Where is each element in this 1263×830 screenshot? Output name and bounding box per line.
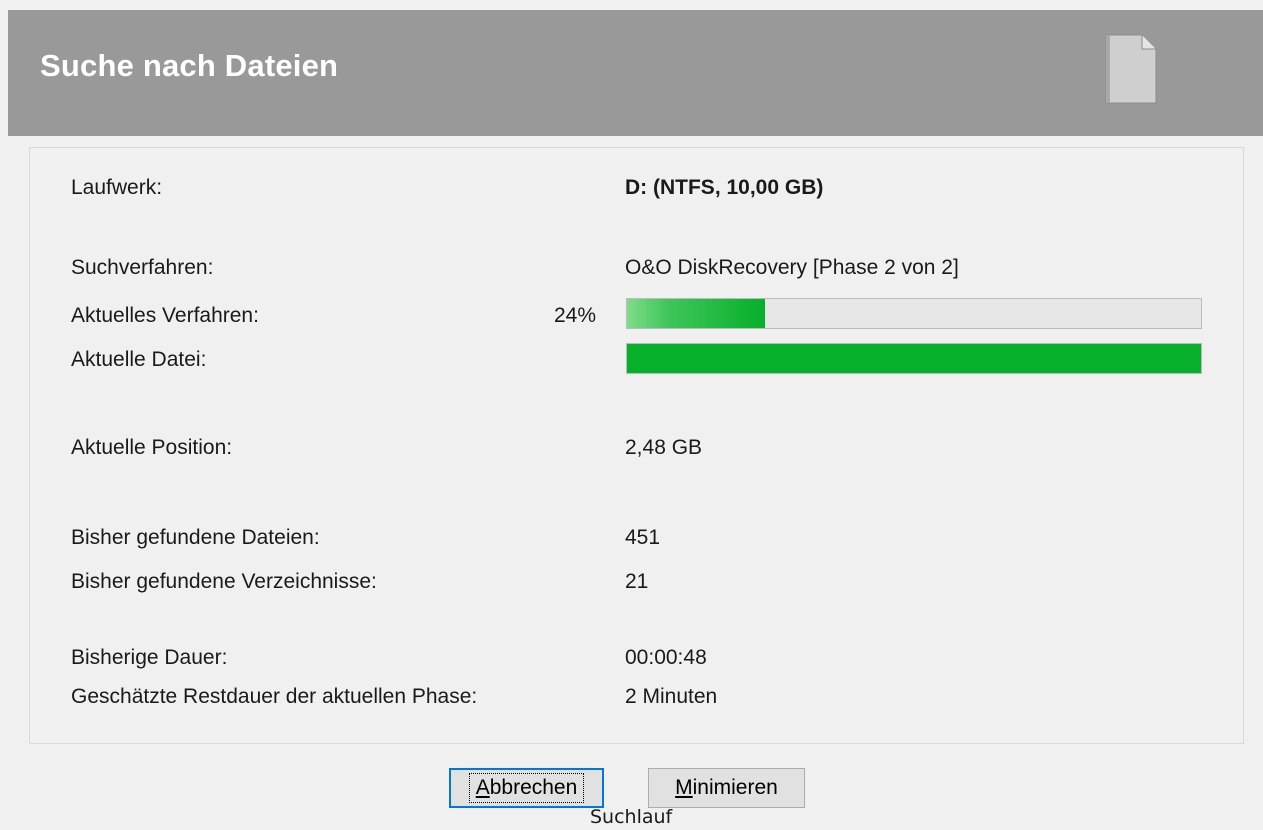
dialog-title: Suche nach Dateien (40, 48, 339, 83)
files-found-value: 451 (625, 526, 661, 549)
status-label: Suchlauf (590, 806, 673, 828)
files-found-label: Bisher gefundene Dateien: (71, 526, 320, 549)
search-dialog: Suche nach Dateien Laufwerk: D: (NTFS, 1… (0, 0, 1263, 830)
remaining-value: 2 Minuten (625, 685, 718, 708)
current-file-progress-fill (627, 344, 1201, 373)
elapsed-label: Bisherige Dauer: (71, 646, 228, 669)
dirs-found-value: 21 (625, 570, 649, 593)
search-info-panel: Laufwerk: D: (NTFS, 10,00 GB) Suchverfah… (29, 147, 1244, 744)
drive-label: Laufwerk: (71, 176, 163, 199)
search-method-value: O&O DiskRecovery [Phase 2 von 2] (625, 256, 959, 279)
current-position-label: Aktuelle Position: (71, 436, 233, 459)
cancel-button[interactable]: Abbrechen (449, 768, 604, 808)
drive-value: D: (NTFS, 10,00 GB) (625, 176, 824, 199)
current-file-label: Aktuelle Datei: (71, 348, 207, 371)
search-method-label: Suchverfahren: (71, 256, 214, 279)
current-method-percent: 24% (553, 304, 596, 327)
dialog-header: Suche nach Dateien (8, 10, 1263, 136)
current-method-label: Aktuelles Verfahren: (71, 304, 259, 327)
current-file-progress-bar (626, 343, 1202, 374)
document-icon (1105, 34, 1157, 104)
minimize-button[interactable]: Minimieren (648, 768, 805, 808)
current-method-progress-bar (626, 298, 1202, 329)
remaining-label: Geschätzte Restdauer der aktuellen Phase… (71, 685, 478, 708)
minimize-button-label: Minimieren (675, 776, 778, 799)
cancel-button-label: Abbrechen (468, 773, 585, 803)
current-method-progress-fill (627, 299, 765, 328)
current-position-value: 2,48 GB (625, 436, 703, 459)
elapsed-value: 00:00:48 (625, 646, 707, 669)
dirs-found-label: Bisher gefundene Verzeichnisse: (71, 570, 377, 593)
